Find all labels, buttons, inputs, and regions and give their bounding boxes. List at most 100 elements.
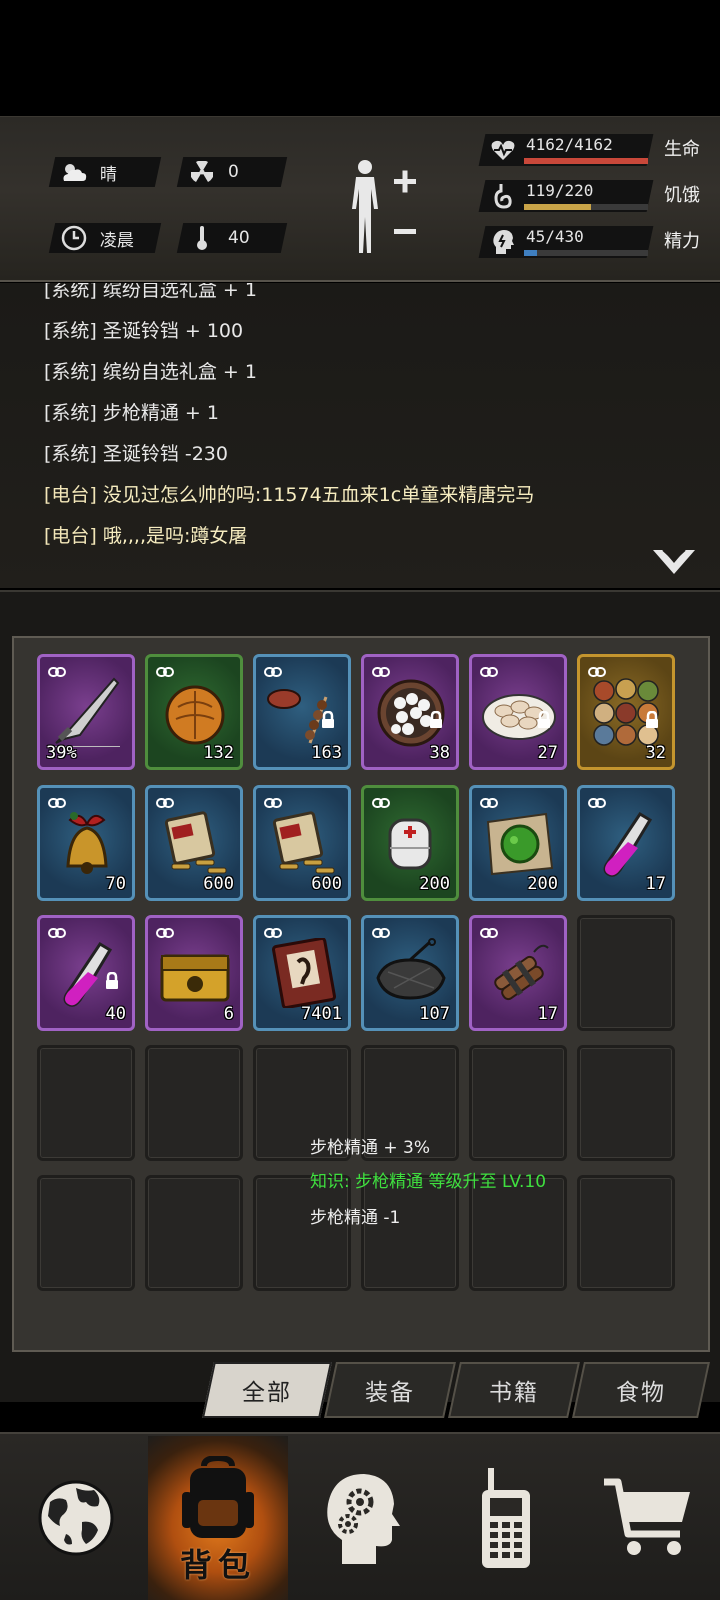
inventory-slot-empty[interactable]: [145, 1175, 243, 1291]
human-body-icon: [352, 160, 416, 253]
inventory-slot-ammo-box[interactable]: 600: [145, 785, 243, 901]
stamina-label: 精力: [664, 231, 700, 252]
item-quantity: 38: [429, 743, 450, 763]
log-text: 步枪精通 + 1: [102, 402, 219, 424]
nav-shop[interactable]: [578, 1436, 718, 1600]
item-quantity: 70: [105, 874, 126, 894]
skill-book-icon: [266, 936, 340, 1010]
hunger-bar: [524, 204, 648, 210]
inventory-slot-ammo-box[interactable]: 600: [253, 785, 351, 901]
temperature-value: 40: [228, 228, 250, 248]
roasted-meat-bun-icon: [158, 677, 232, 747]
nav-backpack[interactable]: 背包: [148, 1436, 288, 1600]
inventory-slot-empty[interactable]: [145, 1045, 243, 1161]
inventory-slot-empty[interactable]: [361, 1175, 459, 1291]
stamina-value: 45/430: [526, 227, 584, 246]
log-line: [电台] 哦,,,,是吗:蹲女屠: [44, 521, 247, 548]
log-line: [电台] 没见过怎么帅的吗:11574五血来1c单童来精唐完马: [44, 480, 534, 507]
health-bar: [524, 158, 648, 164]
item-quantity: 163: [311, 743, 342, 763]
supply-crate-icon: [158, 938, 232, 1008]
inventory-slot-empty[interactable]: [37, 1045, 135, 1161]
notification-toast: 步枪精通 -1: [310, 1208, 401, 1228]
item-quantity: 600: [311, 874, 342, 894]
inventory-slot-steak-skewers[interactable]: 163: [253, 654, 351, 770]
stomach-icon: [490, 183, 516, 209]
log-line: [系统] 步枪精通 + 1: [44, 398, 219, 425]
item-quantity: 200: [527, 874, 558, 894]
item-quantity: 7401: [301, 1004, 342, 1024]
inventory-slot-roasted-meat-bun[interactable]: 132: [145, 654, 243, 770]
item-quantity: 17: [645, 874, 666, 894]
weather-box: 晴: [48, 157, 162, 187]
inventory-slot-empty[interactable]: [253, 1175, 351, 1291]
ammo-box-icon: [266, 808, 340, 878]
log-text: 哦,,,,是吗:蹲女屠: [102, 525, 248, 547]
dynamite-bundle-icon: [482, 938, 556, 1008]
log-text: 没见过怎么帅的吗:11574五血来1c单童来精唐完马: [102, 484, 535, 506]
inventory-slot-test-tube[interactable]: 17: [577, 785, 675, 901]
item-quantity: 200: [419, 874, 450, 894]
christmas-bell-icon: [50, 808, 124, 878]
inventory-slot-empty[interactable]: [469, 1045, 567, 1161]
cloud-sun-icon: [58, 161, 90, 183]
tab-books[interactable]: 书籍: [448, 1362, 580, 1418]
inventory-slot-skill-book[interactable]: 7401: [253, 915, 351, 1031]
lock-icon: [104, 971, 120, 994]
nav-radio[interactable]: [436, 1436, 576, 1600]
inventory-slot-dynamite-bundle[interactable]: 17: [469, 915, 567, 1031]
clock-icon: [58, 225, 90, 251]
log-line: [系统] 圣诞铃铛 -230: [44, 439, 228, 466]
tab-food[interactable]: 食物: [572, 1362, 710, 1418]
item-quantity: 6: [223, 1004, 234, 1024]
cloth-sack-icon: [374, 938, 448, 1008]
log-text: 圣诞铃铛 -230: [102, 443, 228, 465]
inventory-slot-christmas-bell[interactable]: 70: [37, 785, 135, 901]
nav-skills[interactable]: [290, 1436, 430, 1600]
inventory-slot-empty[interactable]: [469, 1175, 567, 1291]
brain-head-icon: [490, 229, 516, 255]
log-text: 缤纷自选礼盒 + 1: [102, 361, 257, 383]
log-line: [系统] 圣诞铃铛 + 100: [44, 316, 243, 343]
inventory-slot-herb-paste[interactable]: 200: [469, 785, 567, 901]
inventory-slot-machete[interactable]: 39%: [37, 654, 135, 770]
tab-equipment[interactable]: 装备: [324, 1362, 456, 1418]
item-quantity: 107: [419, 1004, 450, 1024]
notification-toast: 步枪精通 + 3%: [310, 1138, 431, 1158]
log-tag: [电台]: [44, 525, 97, 547]
inventory-slot-test-tube[interactable]: 40: [37, 915, 135, 1031]
health-stat: 4162/4162 生命: [478, 131, 708, 167]
bandage-icon: [374, 808, 448, 878]
hunger-stat: 119/220 饥饿: [478, 177, 708, 213]
tab-all[interactable]: 全部: [202, 1362, 332, 1418]
nav-world-map[interactable]: [6, 1436, 146, 1600]
inventory-slot-empty[interactable]: [37, 1175, 135, 1291]
test-tube-icon: [590, 808, 664, 878]
collapse-log-chevron-icon[interactable]: [651, 546, 697, 578]
weather-value: 晴: [100, 164, 117, 185]
message-log[interactable]: [系统] 缤纷自选礼盒 + 1 [系统] 圣诞铃铛 + 100 [系统] 缤纷自选礼盒 +…: [0, 283, 720, 588]
stamina-stat: 45/430 精力: [478, 223, 708, 259]
inventory-slot-empty[interactable]: [577, 1175, 675, 1291]
inventory-slot-bandage[interactable]: 200: [361, 785, 459, 901]
inventory-slot-dumpling-plate[interactable]: 27: [469, 654, 567, 770]
body-status-button[interactable]: [348, 157, 438, 257]
temperature-box: 40: [176, 223, 288, 253]
inventory-slot-empty[interactable]: [577, 915, 675, 1031]
log-tag: [电台]: [44, 484, 97, 506]
log-text: 缤纷自选礼盒 + 1: [102, 283, 257, 301]
inventory-slot-dumpling-bowl[interactable]: 38: [361, 654, 459, 770]
globe-icon: [38, 1480, 114, 1556]
inventory-slot-feast-platter[interactable]: 32: [577, 654, 675, 770]
health-value: 4162/4162: [526, 135, 613, 154]
inventory-slot-cloth-sack[interactable]: 107: [361, 915, 459, 1031]
log-tag: [系统]: [44, 361, 97, 383]
inventory-slot-empty[interactable]: [577, 1045, 675, 1161]
hunger-value: 119/220: [526, 181, 594, 200]
log-tag: [系统]: [44, 443, 97, 465]
item-quantity: 27: [537, 743, 558, 763]
lock-icon: [428, 710, 444, 733]
item-quantity: 132: [203, 743, 234, 763]
inventory-slot-supply-crate[interactable]: 6: [145, 915, 243, 1031]
status-panel: 晴 0 凌晨 40 4162/4162 生命 119/220 饥饿 45/430…: [0, 116, 720, 282]
